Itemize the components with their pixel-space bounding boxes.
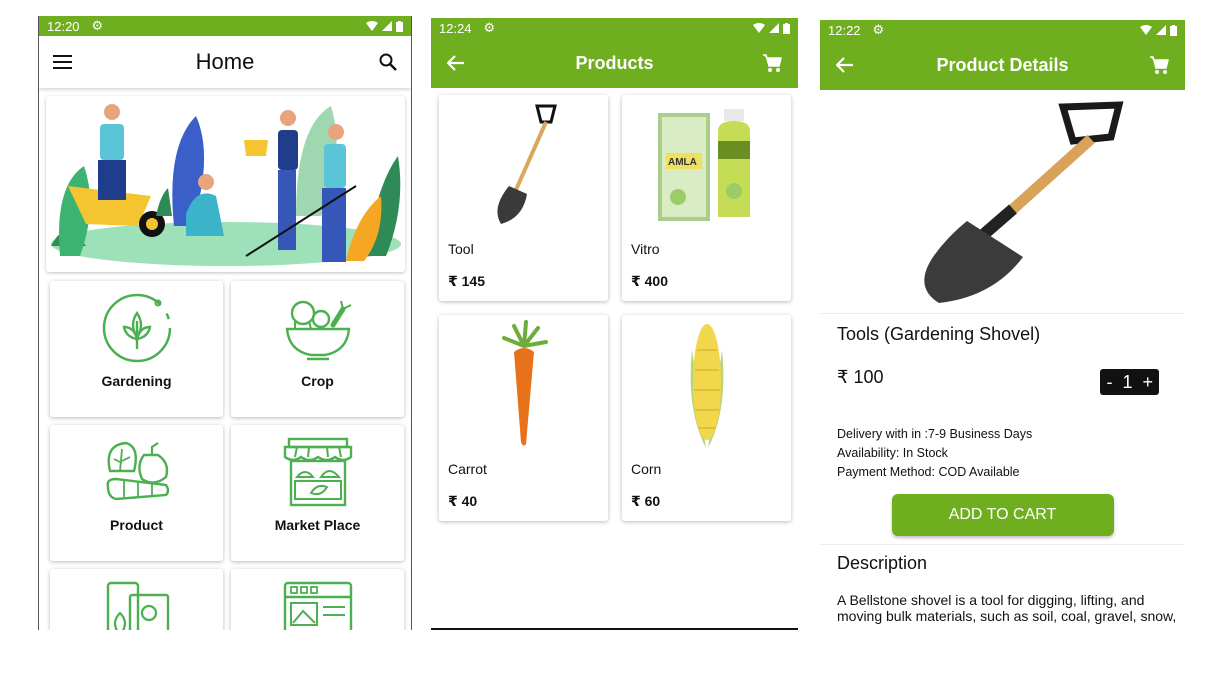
delivery-text: Delivery with in :7-9 Business Days (837, 427, 1033, 441)
add-to-cart-button[interactable]: ADD TO CART (891, 494, 1114, 536)
gardeners-illustration (51, 104, 401, 266)
category-label: Gardening (101, 373, 172, 389)
page-title: Home (195, 49, 255, 74)
page-title: Products (575, 52, 654, 73)
product-title: Tools (Gardening Shovel) (837, 324, 1041, 344)
mobile-plant-icon (106, 581, 169, 630)
product-price: ₹ 60 (631, 493, 661, 509)
wifi-icon (1140, 25, 1152, 35)
category-grid: Gardening Crop Product Market Place (50, 281, 411, 630)
divider (820, 544, 1185, 545)
description-heading: Description (837, 553, 928, 573)
svg-text:AMLA: AMLA (668, 157, 697, 168)
category-card-product[interactable]: Product (50, 425, 223, 561)
back-arrow-icon[interactable] (836, 57, 854, 73)
gear-icon: ⚙ (91, 18, 104, 33)
signal-icon (769, 23, 779, 33)
payment-text: Payment Method: COD Available (837, 465, 1020, 479)
category-label: Product (110, 517, 163, 533)
increase-button[interactable]: + (1142, 372, 1153, 393)
product-name: Carrot (448, 461, 487, 477)
product-info: Delivery with in :7-9 Business Days Avai… (837, 425, 1185, 482)
top-app-bar: Products (431, 38, 798, 88)
product-card-corn[interactable]: Corn ₹ 60 (622, 315, 791, 521)
product-name: Corn (631, 461, 662, 477)
battery-icon (783, 22, 790, 34)
product-price: ₹ 100 (837, 366, 884, 387)
top-app-bar: Home (39, 36, 411, 88)
status-time: 12:22 (828, 22, 861, 38)
product-card-tool[interactable]: Tool ₹ 145 (439, 95, 608, 301)
status-bar: 12:22 ⚙ (820, 20, 1185, 40)
product-name: Vitro (631, 241, 660, 257)
home-screen: 12:20 ⚙ Home Gardening Crop Product Mark… (38, 16, 412, 630)
product-name: Tool (448, 241, 474, 257)
menu-icon[interactable] (53, 54, 73, 70)
vegetable-bowl-icon (285, 300, 351, 361)
top-app-bar: Product Details (820, 40, 1185, 90)
decrease-button[interactable]: - (1106, 372, 1112, 393)
vegetables-icon (105, 441, 169, 501)
amla-juice-image: AMLA (657, 109, 750, 221)
product-price: ₹ 400 (631, 273, 668, 289)
product-card-carrot[interactable]: Carrot ₹ 40 (439, 315, 608, 521)
product-price: ₹ 145 (448, 273, 485, 289)
products-screen: 12:24 ⚙ Products Tool ₹ 145 AMLA Vitro ₹… (431, 18, 798, 630)
battery-icon (396, 20, 403, 32)
status-time: 12:24 (439, 20, 472, 36)
cart-icon[interactable] (1149, 55, 1169, 75)
web-page-icon (283, 581, 352, 630)
page-title: Product Details (936, 54, 1069, 75)
product-price: ₹ 40 (448, 493, 478, 509)
status-bar: 12:20 ⚙ (39, 16, 411, 36)
quantity-value: 1 (1122, 371, 1133, 392)
product-image (820, 90, 1185, 314)
category-card-web-page[interactable] (231, 569, 404, 630)
category-label: Crop (301, 373, 334, 389)
search-icon[interactable] (379, 53, 397, 71)
product-grid: Tool ₹ 145 AMLA Vitro ₹ 400 Carrot ₹ 40 … (439, 95, 798, 521)
wheat-leaf-icon (102, 293, 171, 363)
gear-icon: ⚙ (483, 20, 496, 35)
shovel-image (923, 100, 1124, 303)
category-label: Market Place (274, 517, 361, 533)
back-arrow-icon[interactable] (447, 55, 465, 71)
carrot-image (501, 320, 548, 446)
gardening-banner (46, 96, 405, 272)
category-card-mobile-plant[interactable] (50, 569, 223, 630)
category-card-gardening[interactable]: Gardening (50, 281, 223, 417)
battery-icon (1170, 24, 1177, 36)
product-card-vitro[interactable]: AMLA Vitro ₹ 400 (622, 95, 791, 301)
wifi-icon (366, 21, 378, 31)
status-bar: 12:24 ⚙ (431, 18, 798, 38)
description-text: A Bellstone shovel is a tool for digging… (837, 592, 1177, 624)
status-time: 12:20 (47, 18, 80, 34)
category-card-crop[interactable]: Crop (231, 281, 404, 417)
wifi-icon (753, 23, 765, 33)
product-details-screen: 12:22 ⚙ Product Details Tools (Gardening… (820, 20, 1185, 634)
availability-text: Availability: In Stock (837, 446, 948, 460)
signal-icon (382, 21, 392, 31)
category-card-market-place[interactable]: Market Place (231, 425, 404, 561)
cart-icon[interactable] (762, 53, 782, 73)
market-stall-icon (283, 437, 352, 507)
gear-icon: ⚙ (872, 22, 885, 37)
quantity-stepper: - 1 + (1100, 369, 1159, 395)
signal-icon (1156, 25, 1166, 35)
shovel-image (496, 104, 557, 224)
corn-image (690, 324, 723, 448)
